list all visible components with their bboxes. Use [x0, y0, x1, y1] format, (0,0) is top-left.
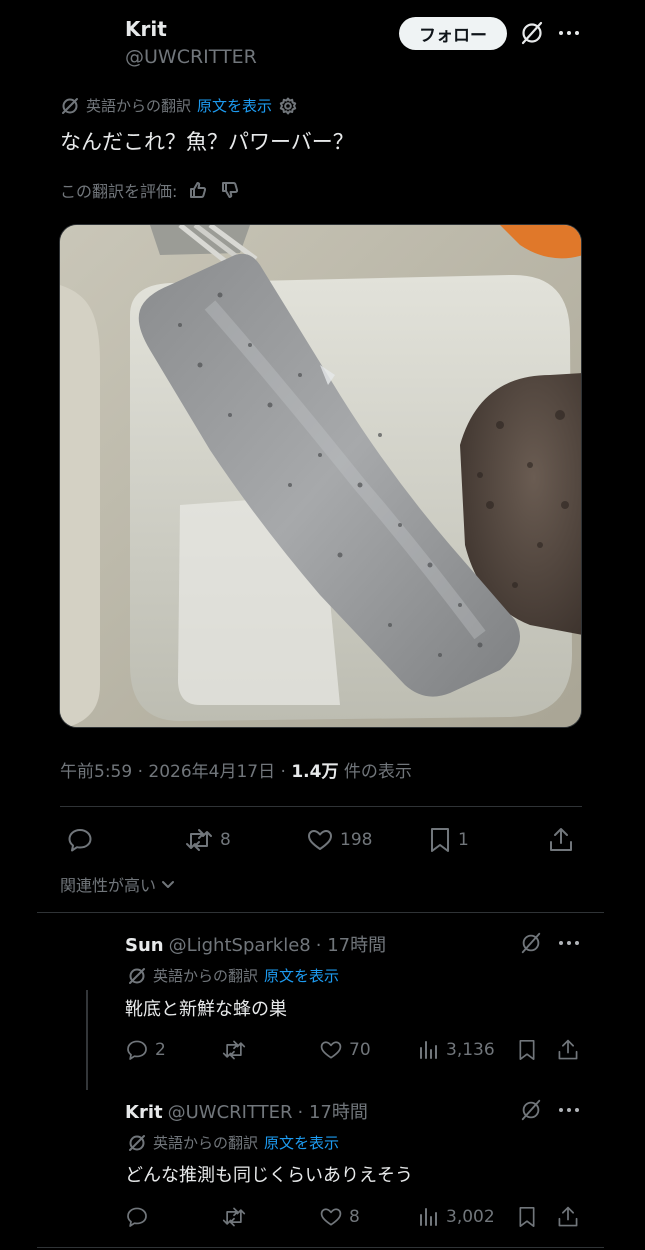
translated-from-label: 英語からの翻訳 — [153, 1134, 259, 1152]
like-button[interactable]: 198 — [306, 826, 372, 854]
views-count: 3,002 — [446, 1207, 495, 1227]
thumbs-down-icon[interactable] — [219, 179, 241, 201]
analytics-icon — [418, 1205, 440, 1229]
divider — [60, 806, 582, 807]
like-button[interactable]: 70 — [319, 1038, 371, 1062]
retweet-icon — [220, 1205, 248, 1229]
retweet-count: 8 — [220, 830, 231, 850]
rate-translation: この翻訳を評価: — [60, 178, 241, 202]
follow-button[interactable]: フォロー — [399, 17, 507, 50]
reply-time[interactable]: · 17時間 — [298, 1098, 368, 1124]
reply-icon — [66, 826, 94, 854]
share-button[interactable] — [547, 826, 575, 854]
reply-author-handle[interactable]: @UWCRITTER — [168, 1102, 293, 1123]
reply-icon — [125, 1205, 149, 1229]
translate-icon — [60, 96, 80, 116]
post-date[interactable]: 2026年4月17日 — [148, 762, 275, 782]
author-name[interactable]: Krit — [125, 17, 167, 41]
views-button[interactable]: 3,136 — [418, 1038, 495, 1062]
share-button[interactable] — [556, 1038, 580, 1062]
grok-icon[interactable] — [519, 1098, 543, 1122]
heart-icon — [319, 1205, 343, 1229]
post-photo[interactable] — [59, 224, 582, 728]
retweet-button[interactable]: 8 — [184, 826, 231, 854]
translation-settings-icon[interactable] — [278, 96, 298, 116]
translation-bar: 英語からの翻訳 原文を表示 — [60, 95, 298, 116]
bookmark-icon — [517, 1205, 537, 1229]
divider — [37, 1247, 604, 1248]
show-original-link[interactable]: 原文を表示 — [197, 95, 272, 116]
analytics-icon — [418, 1038, 440, 1062]
reply-button[interactable]: 2 — [125, 1038, 166, 1062]
reply-time[interactable]: · 17時間 — [316, 931, 386, 957]
share-button[interactable] — [556, 1205, 580, 1229]
grok-icon[interactable] — [519, 931, 543, 955]
reply-header: Krit @UWCRITTER · 17時間 — [125, 1098, 368, 1124]
grok-icon[interactable] — [519, 20, 545, 46]
like-count: 198 — [340, 830, 373, 850]
chevron-down-icon — [160, 876, 176, 892]
like-count: 70 — [349, 1040, 371, 1060]
post-time[interactable]: 午前5:59 — [60, 762, 132, 782]
reply-count: 2 — [155, 1040, 166, 1060]
sort-label: 関連性が高い — [60, 876, 157, 895]
show-original-link[interactable]: 原文を表示 — [264, 965, 339, 986]
views-count: 1.4万 — [291, 762, 339, 782]
bookmark-count: 1 — [458, 830, 469, 850]
reply-button[interactable] — [125, 1205, 149, 1229]
retweet-icon — [220, 1038, 248, 1062]
views-button[interactable]: 3,002 — [418, 1205, 495, 1229]
reply-author-name[interactable]: Krit — [125, 1102, 163, 1123]
post-meta: 午前5:59 · 2026年4月17日 · 1.4万 件の表示 — [60, 762, 412, 782]
like-button[interactable]: 8 — [319, 1205, 360, 1229]
post-text: なんだこれ？魚？パワーバー？ — [60, 130, 354, 154]
sort-dropdown[interactable]: 関連性が高い — [60, 872, 176, 896]
translate-icon — [127, 1133, 147, 1153]
bookmark-icon — [428, 826, 452, 854]
heart-icon — [319, 1038, 343, 1062]
reply-text: 靴底と新鮮な蜂の巣 — [125, 999, 287, 1020]
like-count: 8 — [349, 1207, 360, 1227]
more-options-icon[interactable] — [557, 1099, 581, 1121]
views-count: 3,136 — [446, 1040, 495, 1060]
bookmark-button[interactable] — [517, 1205, 537, 1229]
reply-button[interactable] — [66, 826, 94, 854]
retweet-button[interactable] — [220, 1038, 248, 1062]
reply-icon — [125, 1038, 149, 1062]
share-icon — [556, 1205, 580, 1229]
author-handle[interactable]: @UWCRITTER — [125, 46, 257, 68]
thumbs-up-icon[interactable] — [187, 179, 209, 201]
translate-icon — [127, 966, 147, 986]
retweet-icon — [184, 826, 214, 854]
translated-from-label: 英語からの翻訳 — [153, 967, 259, 985]
rate-translation-label: この翻訳を評価: — [60, 182, 178, 201]
show-original-link[interactable]: 原文を表示 — [264, 1132, 339, 1153]
reply-translation-bar: 英語からの翻訳 原文を表示 — [127, 965, 339, 986]
heart-icon — [306, 826, 334, 854]
reply-translation-bar: 英語からの翻訳 原文を表示 — [127, 1132, 339, 1153]
retweet-button[interactable] — [220, 1205, 248, 1229]
share-icon — [556, 1038, 580, 1062]
share-icon — [547, 826, 575, 854]
reply-author-handle[interactable]: @LightSparkle8 — [169, 935, 311, 956]
bookmark-icon — [517, 1038, 537, 1062]
divider — [37, 912, 604, 913]
views-label: 件の表示 — [343, 762, 412, 782]
more-options-icon[interactable] — [557, 22, 581, 44]
more-options-icon[interactable] — [557, 932, 581, 954]
reply-author-name[interactable]: Sun — [125, 935, 164, 956]
bookmark-button[interactable]: 1 — [428, 826, 469, 854]
bookmark-button[interactable] — [517, 1038, 537, 1062]
reply-text: どんな推測も同じくらいありえそう — [125, 1165, 413, 1186]
thread-line — [86, 990, 88, 1090]
translated-from-label: 英語からの翻訳 — [86, 97, 192, 115]
reply-header: Sun @LightSparkle8 · 17時間 — [125, 931, 386, 957]
